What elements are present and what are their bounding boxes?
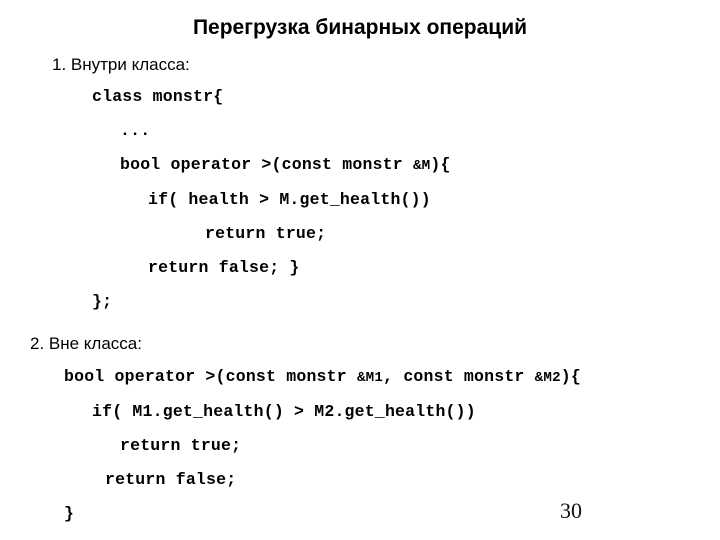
slide-number: 30 xyxy=(560,498,582,523)
code-line: if( health > M.get_health()) xyxy=(148,190,431,209)
code-text: ){ xyxy=(430,155,451,174)
code-line: return true; xyxy=(205,224,327,243)
code-line: bool operator >(const monstr &M){ xyxy=(120,148,720,183)
code-reference-param: &M1 xyxy=(356,370,384,386)
code-line: }; xyxy=(92,292,113,311)
code-reference-param: &M2 xyxy=(534,370,561,386)
slide-body: 1. Внутри класса: class monstr{ ... bool… xyxy=(0,52,720,531)
code-line: return false; xyxy=(105,470,237,489)
section-heading-inside-class: 1. Внутри класса: xyxy=(52,55,190,74)
code-line: class monstr{ xyxy=(92,87,224,106)
code-block-outside-class: bool operator >(const monstr &M1, const … xyxy=(0,360,720,531)
code-line: bool operator >(const monstr &M1, const … xyxy=(64,360,704,395)
code-text: bool operator >(const monstr xyxy=(120,155,413,174)
section-heading-outside-class: 2. Вне класса: xyxy=(30,334,142,353)
code-line: if( M1.get_health() > M2.get_health()) xyxy=(92,402,476,421)
code-line: } xyxy=(64,504,75,523)
code-block-inside-class: class monstr{ ... bool operator >(const … xyxy=(0,80,720,319)
code-reference-param: &M xyxy=(412,158,431,174)
code-line: ... xyxy=(120,121,151,140)
page-title: Перегрузка бинарных операций xyxy=(192,16,528,39)
code-text: ){ xyxy=(560,367,582,386)
code-text: , const monstr xyxy=(383,367,535,386)
code-line: return false; } xyxy=(148,258,300,277)
slide: Перегрузка бинарных операций 1. Внутри к… xyxy=(0,0,720,540)
code-line: return true; xyxy=(120,436,242,455)
code-text: bool operator >(const monstr xyxy=(64,367,357,386)
